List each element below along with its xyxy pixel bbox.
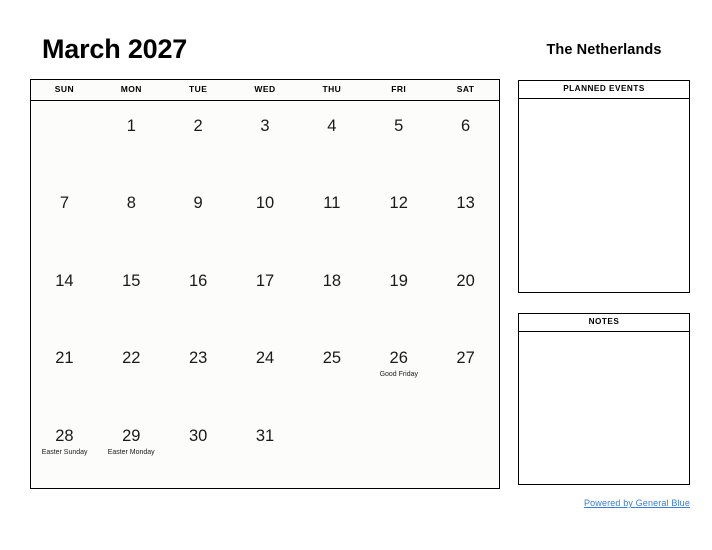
day-number: 11 (323, 194, 341, 213)
notes-body[interactable] (519, 332, 689, 484)
day-cell[interactable]: 1 (98, 101, 165, 178)
calendar-week-row: 1 2 3 4 5 6 (31, 101, 499, 178)
day-cell[interactable]: 28 Easter Sunday (31, 411, 98, 488)
calendar-week-row: 28 Easter Sunday 29 Easter Monday 30 31 (31, 411, 499, 488)
day-number: 13 (456, 194, 475, 213)
calendar-grid: SUN MON TUE WED THU FRI SAT 1 2 3 4 5 6 … (30, 79, 500, 489)
day-event-label: Easter Sunday (41, 446, 88, 456)
weekday-header-fri: FRI (391, 84, 407, 95)
day-cell[interactable]: 6 (432, 101, 499, 178)
day-number: 12 (389, 194, 408, 213)
day-cell[interactable]: 4 (298, 101, 365, 178)
day-event-label: Good Friday (379, 369, 418, 379)
calendar-weeks: 1 2 3 4 5 6 7 8 9 10 11 12 13 14 15 16 1… (31, 101, 499, 488)
day-number: 7 (59, 194, 70, 213)
day-cell[interactable] (365, 411, 432, 488)
day-cell[interactable]: 20 (432, 256, 499, 333)
day-number: 19 (389, 271, 408, 290)
day-number: 23 (188, 349, 208, 368)
planned-events-header: PLANNED EVENTS (519, 81, 689, 99)
day-cell[interactable]: 16 (165, 256, 232, 333)
notes-header: NOTES (519, 314, 689, 332)
day-number: 29 (122, 426, 141, 445)
day-number: 4 (327, 117, 337, 135)
day-cell[interactable]: 8 (98, 178, 165, 255)
day-cell[interactable]: 27 (432, 333, 499, 410)
weekday-header-wed: WED (254, 84, 276, 95)
day-cell[interactable]: 18 (298, 256, 365, 333)
day-cell[interactable]: 13 (432, 178, 499, 255)
day-number: 31 (255, 426, 275, 445)
region-title: The Netherlands (546, 42, 662, 58)
day-cell[interactable]: 17 (232, 256, 299, 333)
day-cell[interactable]: 2 (165, 101, 232, 178)
day-cell[interactable]: 29 Easter Monday (98, 411, 165, 488)
day-cell[interactable]: 21 (31, 333, 98, 410)
planned-events-panel: PLANNED EVENTS (518, 80, 690, 293)
day-cell[interactable]: 10 (232, 178, 299, 255)
day-cell[interactable]: 14 (31, 256, 98, 333)
weekday-header-row: SUN MON TUE WED THU FRI SAT (31, 80, 499, 101)
day-cell[interactable]: 3 (232, 101, 299, 178)
day-cell[interactable]: 9 (165, 178, 232, 255)
day-cell[interactable]: 24 (232, 333, 299, 410)
day-cell[interactable]: 26 Good Friday (365, 333, 432, 410)
day-number: 24 (255, 349, 275, 368)
day-number: 25 (322, 349, 342, 368)
day-cell[interactable]: 22 (98, 333, 165, 410)
day-number: 5 (394, 117, 404, 135)
calendar-page: March 2027 SUN MON TUE WED THU FRI SAT 1… (0, 0, 712, 550)
day-number: 20 (456, 271, 475, 290)
weekday-header-thu: THU (322, 84, 342, 95)
notes-panel: NOTES (518, 313, 690, 485)
powered-by-link[interactable]: Powered by General Blue (584, 497, 690, 509)
day-cell[interactable] (432, 411, 499, 488)
day-number: 1 (126, 117, 136, 135)
day-number: 8 (126, 194, 136, 213)
day-number: 3 (260, 117, 270, 135)
weekday-header-sat: SAT (456, 84, 475, 95)
day-cell[interactable]: 30 (165, 411, 232, 488)
day-number: 26 (389, 349, 408, 368)
day-number: 10 (255, 194, 275, 213)
day-number: 21 (55, 349, 74, 368)
weekday-header-sun: SUN (54, 84, 75, 95)
day-cell[interactable]: 23 (165, 333, 232, 410)
weekday-header-mon: MON (120, 84, 142, 95)
day-number: 9 (193, 194, 203, 213)
calendar-week-row: 14 15 16 17 18 19 20 (31, 256, 499, 333)
day-cell[interactable]: 11 (298, 178, 365, 255)
day-cell[interactable]: 7 (31, 178, 98, 255)
day-cell[interactable] (31, 101, 98, 178)
day-cell[interactable]: 12 (365, 178, 432, 255)
day-cell[interactable]: 5 (365, 101, 432, 178)
day-number: 22 (122, 349, 141, 368)
day-number: 28 (55, 426, 74, 445)
day-number: 2 (193, 117, 203, 135)
day-number: 30 (188, 426, 208, 445)
day-event-label: Easter Monday (107, 446, 155, 456)
planned-events-body[interactable] (519, 99, 689, 292)
day-cell[interactable] (298, 411, 365, 488)
day-number: 6 (460, 117, 471, 135)
calendar-week-row: 7 8 9 10 11 12 13 (31, 178, 499, 255)
day-cell[interactable]: 19 (365, 256, 432, 333)
day-number: 15 (122, 271, 141, 290)
day-cell[interactable]: 25 (298, 333, 365, 410)
day-cell[interactable]: 31 (232, 411, 299, 488)
day-number: 27 (456, 349, 475, 368)
day-number: 18 (322, 271, 342, 290)
weekday-header-tue: TUE (188, 84, 208, 95)
day-number: 17 (255, 271, 275, 290)
page-title: March 2027 (42, 34, 188, 64)
day-number: 14 (55, 271, 74, 290)
day-cell[interactable]: 15 (98, 256, 165, 333)
day-number: 16 (188, 271, 208, 290)
calendar-week-row: 21 22 23 24 25 26 Good Friday 27 (31, 333, 499, 410)
